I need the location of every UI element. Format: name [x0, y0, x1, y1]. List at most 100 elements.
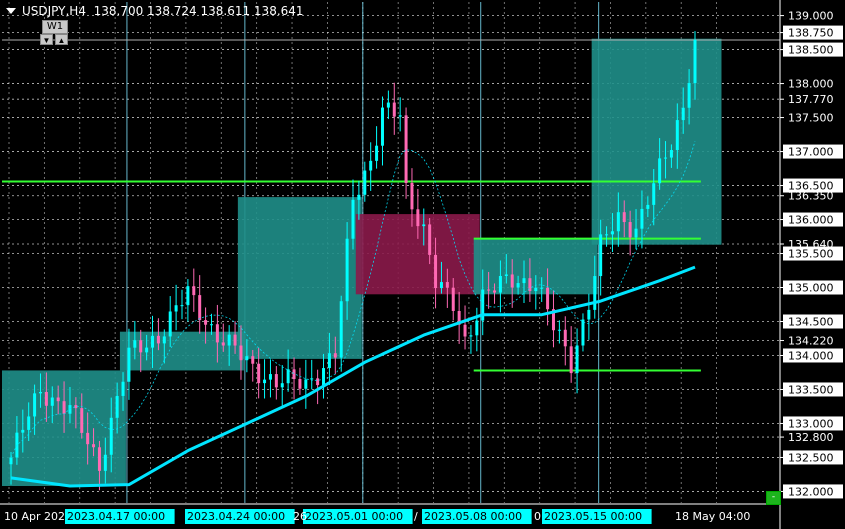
chart-header: USDJPY,H4 138.700 138.724 138.611 138.64… — [22, 4, 304, 18]
bull-candle — [245, 356, 249, 361]
bear-candle — [239, 345, 243, 361]
time-label: 18 May 04:00 — [675, 510, 750, 523]
bear-candle — [292, 369, 296, 379]
bull-candle — [304, 379, 308, 389]
price-label: 133.000 — [788, 417, 834, 430]
bull-candle — [280, 383, 284, 388]
teal-zone — [119, 331, 244, 371]
bull-candle — [675, 120, 679, 151]
collapse-triangle-icon[interactable] — [6, 8, 16, 14]
bull-candle — [286, 369, 290, 384]
bear-candle — [333, 353, 337, 358]
bull-candle — [322, 368, 326, 386]
bull-candle — [345, 238, 349, 302]
bear-candle — [463, 324, 467, 337]
bull-candle — [599, 234, 603, 277]
bear-candle — [44, 391, 48, 406]
ohlc-values: 138.700 138.724 138.611 138.641 — [93, 4, 304, 18]
bull-candle — [115, 395, 119, 418]
bull-candle — [498, 275, 502, 293]
bull-candle — [681, 107, 685, 121]
bear-candle — [316, 378, 320, 386]
bear-candle — [622, 212, 626, 223]
price-label: 137.500 — [788, 112, 834, 125]
bull-candle — [109, 417, 113, 455]
symbol-label: USDJPY,H4 — [22, 4, 86, 18]
bear-candle — [192, 286, 196, 296]
bull-candle — [50, 397, 54, 406]
bull-candle — [634, 228, 638, 238]
price-label: 136.350 — [788, 190, 834, 203]
bull-candle — [640, 208, 644, 229]
bear-candle — [445, 282, 449, 288]
timeframe-panel: W1 ▼ ▲ — [38, 20, 70, 46]
bear-candle — [628, 222, 632, 238]
bull-candle — [127, 347, 131, 382]
bull-candle — [475, 320, 479, 336]
bull-candle — [581, 319, 585, 346]
bear-candle — [62, 401, 66, 414]
price-label: 135.000 — [788, 282, 834, 295]
price-label: 132.500 — [788, 451, 834, 464]
time-label: 2023.05.01 00:00 — [305, 510, 403, 523]
bull-candle — [263, 379, 267, 384]
bear-candle — [510, 274, 514, 288]
bull-candle — [439, 282, 443, 289]
bear-candle — [451, 287, 455, 311]
time-label-fragment: / — [414, 510, 418, 523]
bull-candle — [27, 416, 31, 430]
bull-candle — [687, 83, 691, 108]
bull-candle — [605, 234, 609, 236]
price-label: 134.000 — [788, 349, 834, 362]
bull-candle — [209, 324, 213, 326]
time-label: 2023.05.15 00:00 — [544, 510, 642, 523]
bull-candle — [151, 335, 155, 348]
bull-candle — [646, 204, 650, 209]
price-label: 132.800 — [788, 431, 834, 444]
price-label: 134.500 — [788, 315, 834, 328]
bear-candle — [215, 324, 219, 343]
bull-candle — [658, 158, 662, 184]
bear-candle — [416, 209, 420, 227]
timeframe-up-button[interactable]: ▲ — [55, 34, 68, 45]
bear-candle — [428, 224, 432, 255]
timeframe-label[interactable]: W1 — [42, 20, 68, 34]
price-chart[interactable]: 139.000 138.750 138.500 138.000 137.770 137.5… — [0, 0, 845, 529]
time-label: 10 Apr 202 — [4, 510, 65, 523]
price-label: 136.000 — [788, 214, 834, 227]
price-label: 137.000 — [788, 146, 834, 159]
bull-candle — [557, 329, 561, 331]
time-label: 2023.04.17 00:00 — [67, 510, 165, 523]
bull-candle — [121, 381, 125, 396]
bear-candle — [563, 329, 567, 347]
price-label: 133.500 — [788, 383, 834, 396]
bull-candle — [587, 309, 591, 320]
bull-candle — [162, 336, 166, 344]
bear-candle — [410, 182, 414, 210]
bull-candle — [469, 335, 473, 337]
bull-candle — [103, 454, 107, 471]
price-label: 137.770 — [788, 93, 834, 106]
bull-candle — [357, 194, 361, 200]
scale-toggle-button[interactable]: - — [766, 491, 781, 505]
bear-candle — [274, 374, 278, 388]
bear-candle — [487, 289, 491, 291]
bear-candle — [56, 397, 60, 402]
bear-candle — [233, 334, 237, 346]
bull-candle — [398, 115, 402, 117]
bear-candle — [92, 444, 96, 448]
bull-candle — [616, 212, 620, 232]
bull-candle — [575, 345, 579, 374]
bear-candle — [404, 115, 408, 183]
price-label: 139.000 — [788, 10, 834, 23]
bear-candle — [97, 447, 101, 471]
bear-candle — [546, 287, 550, 310]
bear-candle — [204, 320, 208, 325]
bear-candle — [80, 408, 84, 433]
price-label: 132.000 — [788, 485, 834, 498]
timeframe-down-button[interactable]: ▼ — [40, 34, 53, 45]
teal-zone — [591, 38, 722, 245]
bull-candle — [534, 287, 538, 292]
bull-candle — [268, 374, 272, 380]
bull-candle — [186, 286, 190, 306]
